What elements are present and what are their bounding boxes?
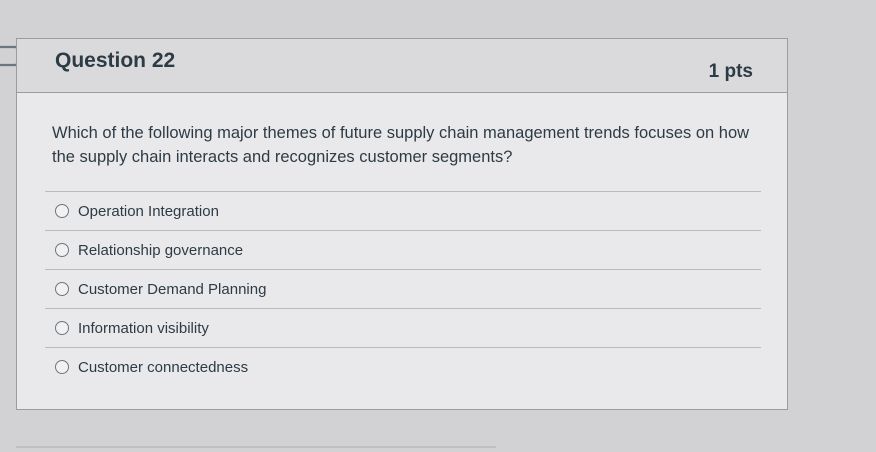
radio-unselected-icon[interactable]: [55, 243, 69, 257]
question-points: 1 pts: [708, 61, 753, 82]
question-text: Which of the following major themes of f…: [52, 124, 750, 166]
answer-label[interactable]: Information visibility: [78, 320, 209, 337]
answer-label[interactable]: Relationship governance: [78, 242, 243, 259]
answer-option[interactable]: Information visibility: [45, 308, 761, 347]
question-card: Question 22 1 pts Which of the following…: [16, 38, 788, 410]
answer-option[interactable]: Customer Demand Planning: [45, 269, 761, 308]
section-divider: [16, 446, 496, 448]
answer-option[interactable]: Relationship governance: [45, 230, 761, 269]
answer-label[interactable]: Customer Demand Planning: [78, 281, 266, 298]
answer-label[interactable]: Customer connectedness: [78, 359, 248, 376]
answer-label[interactable]: Operation Integration: [78, 203, 219, 220]
answer-option[interactable]: Operation Integration: [45, 191, 761, 230]
radio-unselected-icon[interactable]: [55, 282, 69, 296]
radio-unselected-icon[interactable]: [55, 204, 69, 218]
radio-unselected-icon[interactable]: [55, 360, 69, 374]
radio-unselected-icon[interactable]: [55, 321, 69, 335]
question-header: Question 22 1 pts: [17, 39, 787, 93]
answer-list: Operation Integration Relationship gover…: [45, 191, 761, 386]
question-title: Question 22: [55, 49, 176, 72]
answer-option[interactable]: Customer connectedness: [45, 347, 761, 386]
